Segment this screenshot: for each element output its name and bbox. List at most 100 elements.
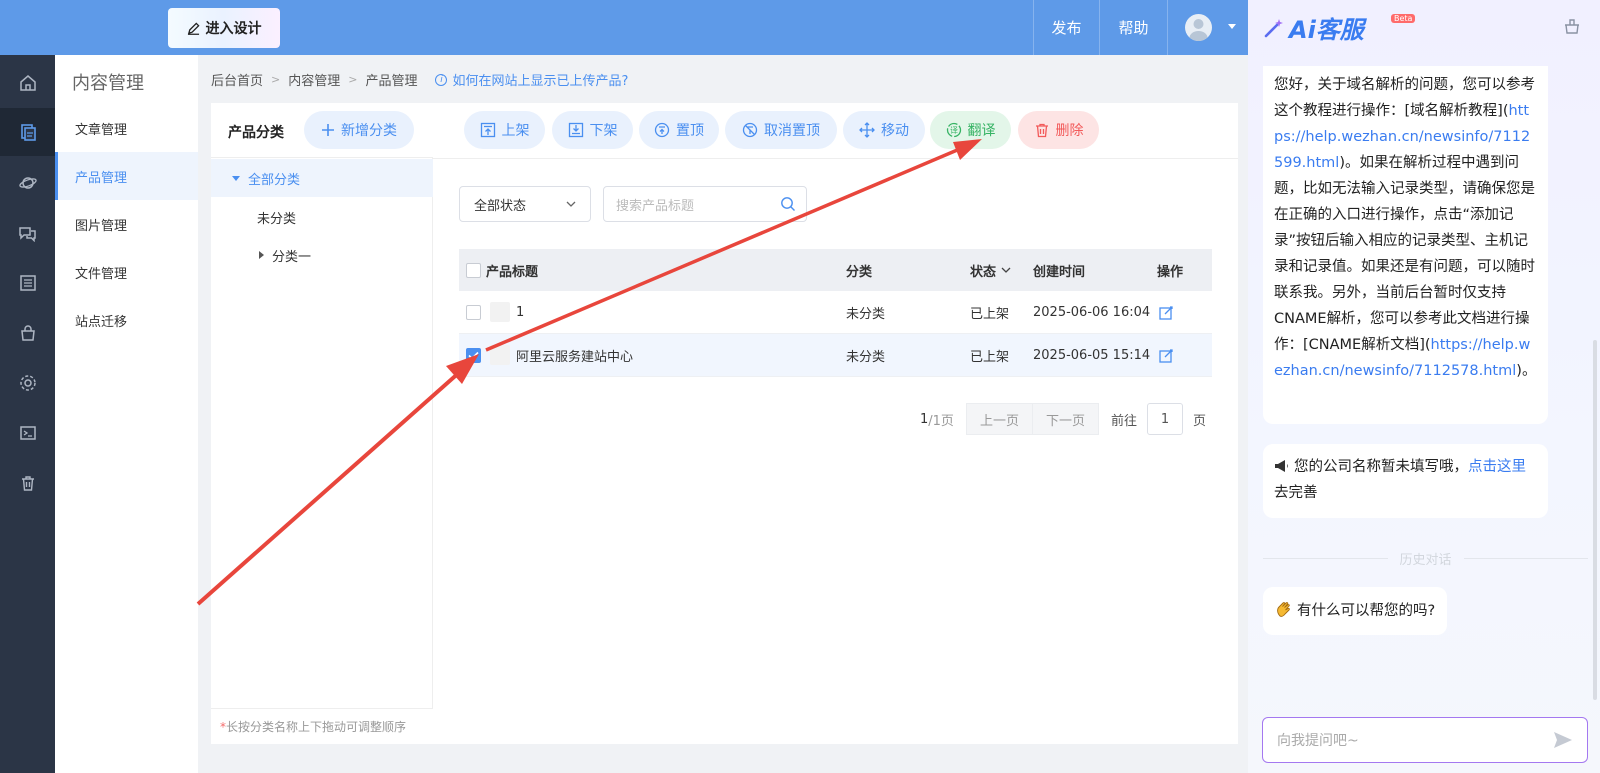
product-title[interactable]: 阿里云服务建站中心	[516, 334, 633, 376]
beta-badge: Beta	[1391, 14, 1416, 23]
chat-message-company-notice: 您的公司名称暂未填写哦，点击这里 去完善	[1263, 444, 1548, 518]
unpin-button[interactable]: 取消置顶	[725, 111, 837, 149]
checkbox-box[interactable]	[466, 262, 481, 278]
product-status: 已上架	[970, 306, 1010, 322]
toolbar-label: 移动	[881, 123, 909, 139]
pin-top-button[interactable]: 置顶	[639, 111, 719, 149]
help-link[interactable]: i 如何在网站上显示已上传产品?	[435, 70, 628, 89]
breadcrumb-separator-icon: >	[271, 73, 281, 86]
divider-line	[1263, 557, 1388, 559]
enter-design-label: 进入设计	[205, 21, 262, 37]
move-button[interactable]: 移动	[843, 111, 925, 149]
row-checkbox[interactable]	[466, 334, 481, 376]
ai-chat-panel: Ai客服 Beta 您好，关于域名解析的问题，您可以参考这个教程进行操作：[域名…	[1248, 0, 1600, 773]
goto-label: 前往	[1110, 413, 1137, 429]
row-checkbox[interactable]	[466, 291, 481, 333]
subnav-item-label: 文章管理	[75, 122, 128, 138]
category-item-uncategorized[interactable]: 未分类	[211, 198, 433, 236]
subnav-item-label: 站点迁移	[75, 314, 128, 330]
page-number-value: 1	[1160, 411, 1170, 427]
send-icon[interactable]	[1553, 731, 1573, 749]
caret-down-icon[interactable]	[232, 175, 240, 181]
history-divider-label[interactable]: 历史对话	[1400, 549, 1452, 568]
avatar[interactable]	[1185, 14, 1212, 41]
chat-message-assistant: 您好，关于域名解析的问题，您可以参考这个教程进行操作：[域名解析教程](http…	[1263, 66, 1548, 424]
unpublish-product-button[interactable]: 下架	[552, 111, 633, 149]
caret-right-icon[interactable]	[259, 251, 264, 259]
plus-icon	[321, 123, 335, 137]
complete-company-link[interactable]: 点击这里	[1468, 459, 1526, 475]
subnav-item-articles[interactable]: 文章管理	[55, 104, 198, 152]
subnav-item-images[interactable]: 图片管理	[55, 200, 198, 248]
trash-icon	[1034, 122, 1050, 138]
content-icon[interactable]	[0, 108, 55, 156]
page-number-input[interactable]: 1	[1146, 403, 1183, 435]
category-item-one[interactable]: 分类一	[211, 236, 433, 274]
subnav-item-products[interactable]: 产品管理	[55, 152, 198, 200]
top-bar: 进入设计 发布 帮助	[0, 0, 1248, 55]
search-input[interactable]: 搜索产品标题	[603, 186, 807, 222]
breadcrumb-separator-icon: >	[348, 73, 358, 86]
translate-button[interactable]: 译 翻译	[930, 111, 1011, 149]
delete-button[interactable]: 删除	[1018, 111, 1099, 149]
toolbar-label: 翻译	[967, 123, 996, 139]
shop-icon[interactable]	[0, 309, 55, 357]
breadcrumb-products: 产品管理	[365, 74, 418, 89]
checkbox-box[interactable]	[466, 304, 481, 320]
chat-input[interactable]: 向我提问吧~	[1262, 717, 1588, 763]
product-thumbnail	[490, 291, 510, 333]
status-select[interactable]: 全部状态	[459, 186, 591, 222]
prev-page-button[interactable]: 上一页	[965, 403, 1033, 435]
history-divider: 历史对话	[1263, 549, 1589, 568]
next-page-button[interactable]: 下一页	[1032, 403, 1099, 435]
product-table: 产品标题 分类 状态 创建时间 操作 1 未分类 已上架 2025-06-06 …	[459, 249, 1212, 377]
breadcrumb: 后台首页 > 内容管理 > 产品管理 i 如何在网站上显示已上传产品?	[211, 70, 628, 89]
trash-icon[interactable]	[0, 459, 55, 507]
chevron-down-icon[interactable]	[1228, 24, 1236, 29]
table-row[interactable]: 1 未分类 已上架 2025-06-06 16:04	[459, 291, 1212, 334]
column-status[interactable]: 状态	[970, 249, 1011, 291]
megaphone-icon	[1274, 459, 1290, 473]
enter-design-button[interactable]: 进入设计	[168, 8, 280, 48]
product-category: 未分类	[846, 349, 886, 365]
table-row[interactable]: 阿里云服务建站中心 未分类 已上架 2025-06-05 15:14	[459, 334, 1212, 377]
search-icon[interactable]	[780, 196, 796, 212]
search-placeholder: 搜索产品标题	[616, 198, 695, 214]
edit-icon[interactable]	[1159, 334, 1174, 376]
subnav-item-files[interactable]: 文件管理	[55, 248, 198, 296]
home-icon[interactable]	[0, 59, 55, 107]
subnav-item-label: 文件管理	[75, 266, 128, 282]
toolbar-label: 取消置顶	[764, 123, 820, 139]
chat-icon[interactable]	[0, 209, 55, 257]
list-icon[interactable]	[0, 259, 55, 307]
product-title[interactable]: 1	[516, 291, 524, 333]
subnav-item-migration[interactable]: 站点迁移	[55, 296, 198, 344]
terminal-icon[interactable]	[0, 409, 55, 457]
pagination-current: 1	[920, 411, 929, 427]
breadcrumb-content[interactable]: 内容管理	[288, 70, 340, 89]
breadcrumb-home[interactable]: 后台首页	[211, 70, 263, 89]
add-category-button[interactable]: 新增分类	[304, 111, 414, 149]
publish-button[interactable]: 发布	[1033, 0, 1099, 55]
select-all-checkbox[interactable]	[466, 249, 481, 291]
chevron-down-icon	[1001, 267, 1011, 273]
waving-hand-icon	[1275, 600, 1293, 618]
help-button[interactable]: 帮助	[1099, 0, 1167, 55]
pagination: 1 /1页 上一页 下一页 前往 1 页	[920, 403, 1206, 435]
edit-icon[interactable]	[1159, 291, 1174, 333]
add-category-label: 新增分类	[341, 123, 397, 139]
product-created: 2025-06-06 16:04	[1033, 304, 1151, 320]
publish-label: 发布	[1051, 19, 1082, 37]
clear-chat-icon[interactable]	[1563, 17, 1581, 35]
category-label: 全部分类	[248, 172, 301, 188]
message-text: )。如果在解析过程中遇到问题，比如无法输入记录类型，请确保您是在正确的入口进行操…	[1274, 155, 1535, 353]
chat-scrollbar[interactable]	[1593, 340, 1597, 700]
planet-icon[interactable]	[0, 159, 55, 207]
move-icon	[859, 122, 875, 138]
checkbox-box[interactable]	[466, 347, 481, 363]
category-item-all[interactable]: 全部分类	[211, 159, 433, 197]
image-placeholder-icon	[490, 302, 510, 322]
subnav-item-label: 产品管理	[75, 170, 128, 186]
publish-product-button[interactable]: 上架	[464, 111, 545, 149]
settings-icon[interactable]	[0, 359, 55, 407]
